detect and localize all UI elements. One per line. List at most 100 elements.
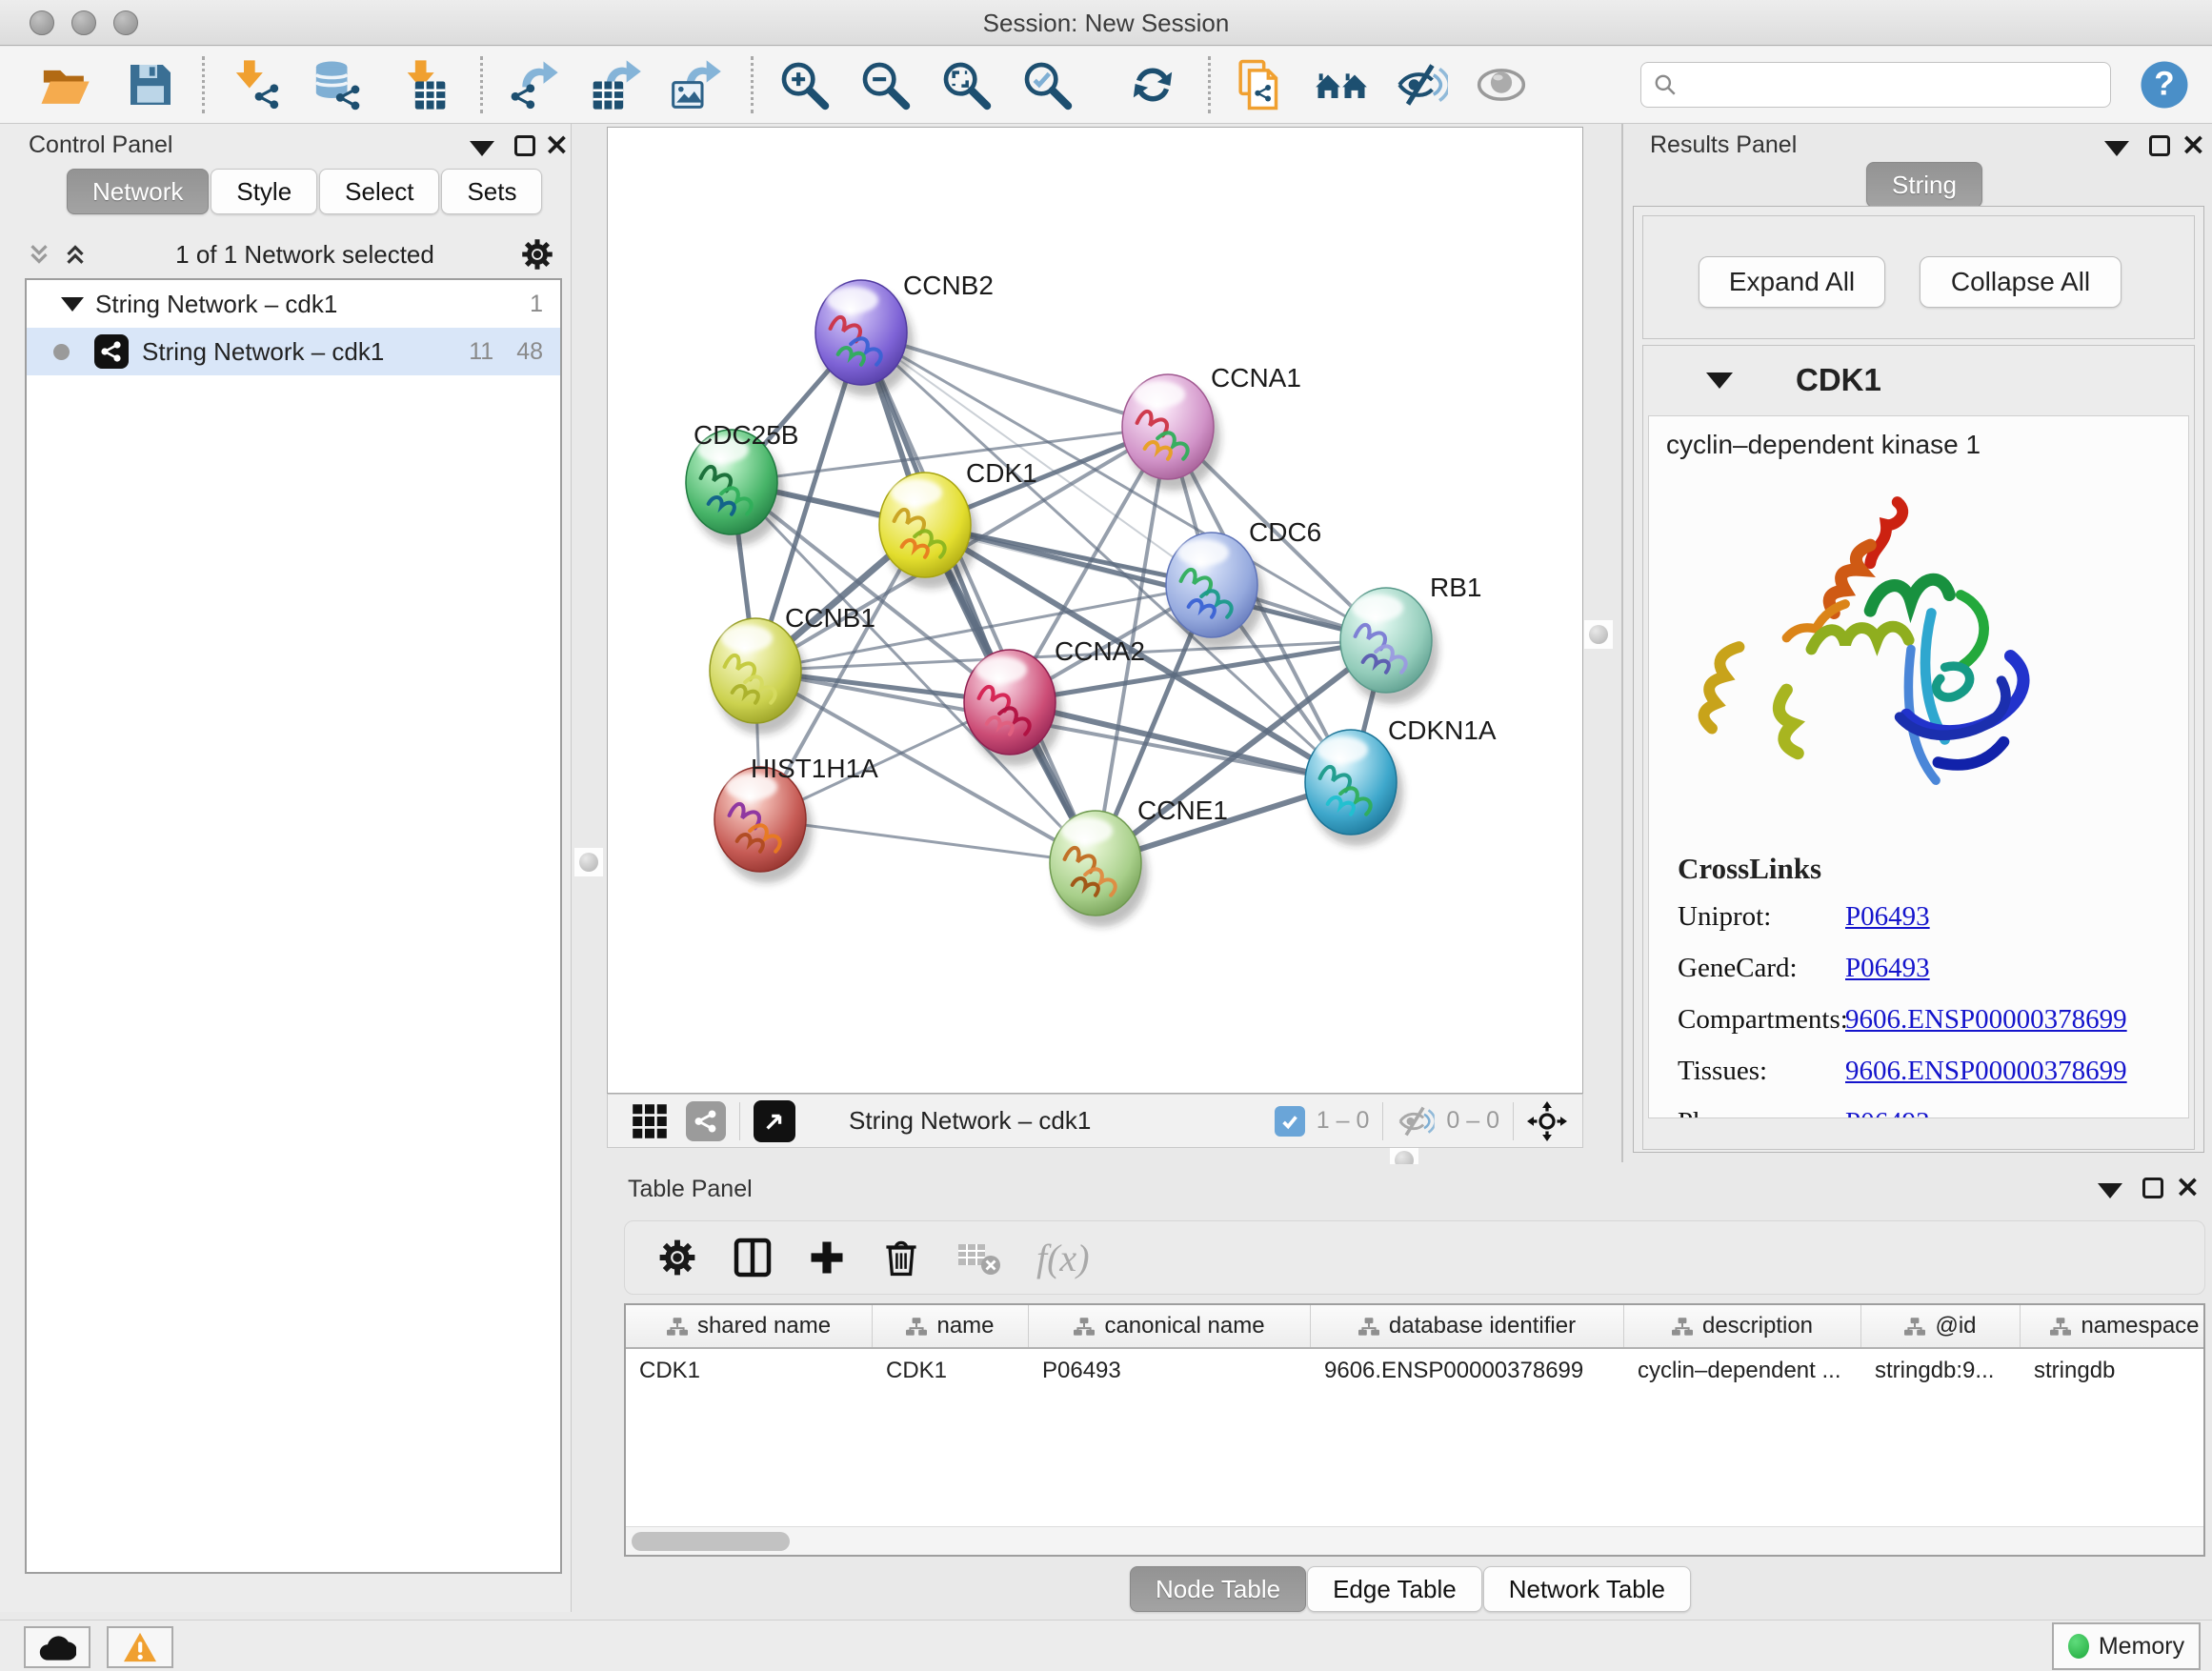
table-row[interactable]: CDK1CDK1P064939606.ENSP00000378699cyclin… [626,1349,2203,1393]
node-HIST1H1A[interactable] [714,767,813,883]
table-panel-title: Table Panel [628,1176,753,1203]
gene-section-header[interactable]: CDK1 [1643,346,2194,414]
save-session-button[interactable] [120,54,181,115]
column-header-name[interactable]: name [873,1305,1029,1347]
node-CCNA2[interactable] [964,650,1062,766]
crosslink-link[interactable]: P06493 [1845,901,1930,933]
table-panel-menu-button[interactable] [2098,1183,2122,1203]
birds-eye-grid-icon[interactable] [631,1102,669,1140]
cloud-status-button[interactable] [24,1626,90,1668]
expand-all-button[interactable]: Expand All [1699,256,1885,308]
tab-style[interactable]: Style [211,169,317,214]
open-folder-icon [38,58,91,111]
main-toolbar: ? [0,47,2212,124]
column-header-shared-name[interactable]: shared name [626,1305,873,1347]
table-panel-float-button[interactable] [2142,1178,2163,1203]
zoom-in-button[interactable] [774,54,835,115]
results-panel-close-button[interactable]: × [2181,133,2206,154]
tab-select[interactable]: Select [319,169,439,214]
column-header--id[interactable]: @id [1861,1305,2021,1347]
control-panel-menu-button[interactable] [470,141,494,161]
node-RB1[interactable] [1340,588,1438,704]
control-panel-float-button[interactable] [514,135,535,161]
import-network-file-button[interactable] [227,54,288,115]
crosslink-label: Tissues: [1649,1056,1845,1087]
import-table-button[interactable] [392,54,453,115]
column-header-description[interactable]: description [1624,1305,1861,1347]
network-from-selection-button[interactable] [1229,54,1290,115]
right-splitter-handle[interactable] [1584,620,1613,649]
table-hscrollbar[interactable] [626,1526,2203,1555]
table-cell[interactable]: stringdb:9... [1861,1349,2021,1393]
results-panel-float-button[interactable] [2149,135,2170,161]
crosslink-link[interactable]: 9606.ENSP00000378699 [1845,1056,2127,1087]
left-splitter-handle[interactable] [574,848,603,876]
open-view-icon[interactable] [754,1100,795,1142]
crosslinks-list: Uniprot:P06493GeneCard:P06493Compartment… [1649,901,2188,1118]
table-cell[interactable]: cyclin–dependent ... [1624,1349,1861,1393]
column-header-database-identifier[interactable]: database identifier [1311,1305,1624,1347]
crosslink-link[interactable]: P06493 [1845,953,1930,984]
node-CCNA1[interactable] [1122,374,1220,491]
export-image-button[interactable] [665,54,726,115]
gene-expander-icon[interactable] [1706,372,1733,389]
network-row-selected[interactable]: String Network – cdk1 11 48 [27,328,560,375]
tab-network[interactable]: Network [67,169,209,214]
search-field[interactable] [1640,62,2111,108]
crosslink-link[interactable]: P06493 [1845,1107,1930,1118]
export-table-button[interactable] [585,54,646,115]
table-cell[interactable]: stringdb [2021,1349,2212,1393]
tab-network-table[interactable]: Network Table [1483,1566,1691,1612]
node-CCNE1[interactable] [1050,811,1148,927]
zoom-out-button[interactable] [855,54,915,115]
warnings-button[interactable] [107,1626,173,1668]
collection-expander-icon[interactable] [61,297,84,312]
table-cell[interactable]: P06493 [1029,1349,1311,1393]
fit-selected-crosshair-icon[interactable] [1527,1101,1567,1141]
node-CDC6[interactable] [1166,533,1264,649]
selected-checkbox-icon[interactable] [1275,1106,1305,1137]
network-share-badge-icon[interactable] [686,1101,726,1141]
search-input[interactable] [1678,71,2087,98]
network-list-header: 1 of 1 Network selected [25,231,554,278]
network-collection-row[interactable]: String Network – cdk1 1 [27,280,560,328]
export-network-button[interactable] [503,54,564,115]
node-CDKN1A[interactable] [1305,730,1403,846]
results-panel-menu-button[interactable] [2104,141,2129,161]
table-cell[interactable]: CDK1 [873,1349,1029,1393]
tab-string[interactable]: String [1866,162,1982,208]
expand-all-chevrons-icon[interactable] [25,240,53,269]
collapse-all-chevrons-icon[interactable] [61,240,90,269]
graphics-details-button[interactable] [1311,54,1372,115]
crosslink-link[interactable]: 9606.ENSP00000378699 [1845,1004,2127,1036]
create-column-plus-icon[interactable] [806,1237,848,1278]
table-cell[interactable]: 9606.ENSP00000378699 [1311,1349,1624,1393]
hscrollbar-thumb[interactable] [632,1532,790,1551]
open-session-button[interactable] [34,54,95,115]
zoom-selected-button[interactable] [1016,54,1077,115]
help-button[interactable]: ? [2134,54,2195,115]
table-cell[interactable]: CDK1 [626,1349,873,1393]
node-CCNB2[interactable] [815,280,914,396]
control-panel-close-button[interactable]: × [544,133,570,154]
tab-edge-table[interactable]: Edge Table [1307,1566,1482,1612]
apply-layout-button[interactable] [1122,54,1183,115]
column-header-namespace[interactable]: namespace [2021,1305,2212,1347]
collapse-all-button[interactable]: Collapse All [1920,256,2122,308]
zoom-fit-button[interactable] [935,54,996,115]
show-columns-icon[interactable] [732,1237,774,1278]
tab-sets[interactable]: Sets [441,169,542,214]
crosslink-row: Pharos:P06493 [1649,1107,2188,1118]
table-gear-icon[interactable] [657,1238,697,1278]
node-CDK1[interactable] [879,473,977,589]
network-canvas[interactable]: CCNB2CCNA1CDC25BCDK1CDC6RB1CCNB1CCNA2CDK… [607,127,1583,1094]
column-header-canonical-name[interactable]: canonical name [1029,1305,1311,1347]
delete-column-trash-icon[interactable] [880,1237,922,1278]
gear-icon[interactable] [520,237,554,272]
hide-selected-button[interactable] [1391,54,1452,115]
show-hidden-button[interactable] [1471,54,1532,115]
table-panel-close-button[interactable]: × [2175,1176,2201,1197]
import-network-database-button[interactable] [307,54,368,115]
memory-button[interactable]: Memory [2052,1622,2201,1670]
tab-node-table[interactable]: Node Table [1130,1566,1306,1612]
